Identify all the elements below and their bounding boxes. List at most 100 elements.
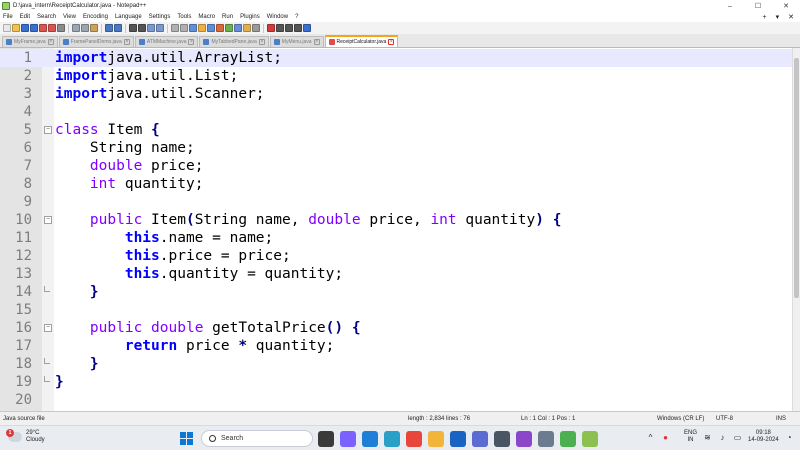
- maximize-button[interactable]: ☐: [744, 0, 772, 12]
- close-all-icon[interactable]: [48, 24, 56, 32]
- tab-close-icon[interactable]: ×: [388, 39, 395, 45]
- menu-window[interactable]: Window: [267, 14, 288, 20]
- copy-icon[interactable]: [81, 24, 89, 32]
- tab-list-dropdown-icon[interactable]: ▾: [776, 13, 780, 21]
- outlook-icon[interactable]: [450, 431, 466, 447]
- menu-view[interactable]: View: [63, 14, 76, 20]
- menu-tools[interactable]: Tools: [177, 14, 191, 20]
- tab-atmmachine[interactable]: ATMMachine.java ×: [134, 36, 199, 47]
- menu-plugins[interactable]: Plugins: [240, 14, 260, 20]
- fold-toggle-icon[interactable]: −: [44, 216, 52, 224]
- find-icon[interactable]: [129, 24, 137, 32]
- new-file-icon[interactable]: [3, 24, 11, 32]
- status-mode[interactable]: INS: [776, 416, 786, 422]
- close-document-icon[interactable]: ✕: [788, 13, 794, 21]
- tab-mymenu[interactable]: MyMenu.java ×: [269, 36, 324, 47]
- save-all-icon[interactable]: [30, 24, 38, 32]
- tab-close-icon[interactable]: ×: [258, 39, 265, 45]
- monitoring-icon[interactable]: [252, 24, 260, 32]
- sync-horizontal-icon[interactable]: [180, 24, 188, 32]
- zoom-in-icon[interactable]: [147, 24, 155, 32]
- code-line[interactable]: 9: [0, 193, 792, 211]
- code-line[interactable]: 8 int quantity;: [0, 175, 792, 193]
- status-encoding[interactable]: UTF-8: [716, 416, 733, 422]
- record-macro-icon[interactable]: [267, 24, 275, 32]
- tab-close-icon[interactable]: ×: [188, 39, 195, 45]
- code-line[interactable]: 12 this.price = price;: [0, 247, 792, 265]
- close-button[interactable]: ✕: [772, 0, 800, 12]
- tab-close-icon[interactable]: ×: [123, 39, 130, 45]
- notification-bell-icon[interactable]: ◔: [785, 433, 794, 442]
- status-position[interactable]: Ln : 1 Col : 1 Pos : 1: [521, 416, 575, 422]
- menu-encoding[interactable]: Encoding: [83, 14, 108, 20]
- open-file-icon[interactable]: [12, 24, 20, 32]
- print-icon[interactable]: [57, 24, 65, 32]
- vertical-scrollbar[interactable]: [792, 48, 800, 411]
- code-line[interactable]: 11 this.name = name;: [0, 229, 792, 247]
- folder-workspace-icon[interactable]: [243, 24, 251, 32]
- copilot-icon[interactable]: [340, 431, 356, 447]
- minimize-button[interactable]: –: [716, 0, 744, 12]
- input-language[interactable]: ENG IN: [684, 430, 697, 444]
- menu-macro[interactable]: Macro: [198, 14, 215, 20]
- undo-icon[interactable]: [105, 24, 113, 32]
- edge-icon[interactable]: [384, 431, 400, 447]
- menu-settings[interactable]: Settings: [149, 14, 171, 20]
- tab-mytabbedpane[interactable]: MyTabbedPane.java ×: [199, 36, 269, 47]
- weather-widget[interactable]: 1 29°C Cloudy: [6, 429, 45, 444]
- tab-framepaneldemo[interactable]: FramePanelDemo.java ×: [58, 36, 134, 47]
- zoom-out-icon[interactable]: [156, 24, 164, 32]
- code-line[interactable]: 7 double price;: [0, 157, 792, 175]
- scrollbar-thumb[interactable]: [794, 58, 799, 298]
- code-line[interactable]: 6 String name;: [0, 139, 792, 157]
- replace-icon[interactable]: [138, 24, 146, 32]
- code-line[interactable]: 17 return price * quantity;: [0, 337, 792, 355]
- tab-close-icon[interactable]: ×: [313, 39, 320, 45]
- status-eol[interactable]: Windows (CR LF): [657, 416, 704, 422]
- play-macro-icon[interactable]: [285, 24, 293, 32]
- chrome-icon[interactable]: [406, 431, 422, 447]
- tab-receiptcalculator[interactable]: ReceiptCalculator.java ×: [324, 35, 399, 47]
- fold-toggle-icon[interactable]: −: [44, 324, 52, 332]
- code-line[interactable]: 18 }: [0, 355, 792, 373]
- indent-guide-icon[interactable]: [207, 24, 215, 32]
- taskbar-search-box[interactable]: Search: [201, 430, 313, 447]
- paste-icon[interactable]: [90, 24, 98, 32]
- close-icon[interactable]: [39, 24, 47, 32]
- menu-search[interactable]: Search: [37, 14, 56, 20]
- visual-studio-icon[interactable]: [516, 431, 532, 447]
- run-macro-icon[interactable]: [294, 24, 302, 32]
- code-line[interactable]: 1 importjava.util.ArrayList;: [0, 49, 792, 67]
- snipping-icon[interactable]: [538, 431, 554, 447]
- chrome-profile-icon[interactable]: [560, 431, 576, 447]
- code-line[interactable]: 14 }: [0, 283, 792, 301]
- function-list-icon[interactable]: [234, 24, 242, 32]
- menu-file[interactable]: File: [3, 14, 13, 20]
- code-line[interactable]: 3 importjava.util.Scanner;: [0, 85, 792, 103]
- udl-icon[interactable]: [216, 24, 224, 32]
- code-line[interactable]: 5 − class Item {: [0, 121, 792, 139]
- notepadpp-icon[interactable]: [582, 431, 598, 447]
- store-icon[interactable]: [472, 431, 488, 447]
- show-all-chars-icon[interactable]: [198, 24, 206, 32]
- clock[interactable]: 09:18 14-09-2024: [748, 430, 779, 444]
- vscode-icon[interactable]: [362, 431, 378, 447]
- save-icon[interactable]: [21, 24, 29, 32]
- code-line[interactable]: 13 this.quantity = quantity;: [0, 265, 792, 283]
- code-editor[interactable]: 1 importjava.util.ArrayList; 2 importjava.u…: [0, 48, 800, 411]
- tab-myframe[interactable]: MyFrame.java ×: [2, 36, 58, 47]
- word-wrap-icon[interactable]: [189, 24, 197, 32]
- redo-icon[interactable]: [114, 24, 122, 32]
- code-line[interactable]: 2 importjava.util.List;: [0, 67, 792, 85]
- volume-icon[interactable]: ♪: [718, 433, 727, 442]
- sync-vertical-icon[interactable]: [171, 24, 179, 32]
- tray-app-icon[interactable]: ●: [661, 433, 670, 442]
- menu-edit[interactable]: Edit: [20, 14, 30, 20]
- new-tab-plus-icon[interactable]: +: [763, 14, 767, 21]
- code-line[interactable]: 4: [0, 103, 792, 121]
- file-explorer-icon[interactable]: [428, 431, 444, 447]
- code-line[interactable]: 19}: [0, 373, 792, 391]
- show-hidden-icons-chevron-icon[interactable]: ^: [646, 433, 655, 442]
- wifi-icon[interactable]: ≋: [703, 433, 712, 442]
- code-line[interactable]: 10 − public Item(String name, double pric…: [0, 211, 792, 229]
